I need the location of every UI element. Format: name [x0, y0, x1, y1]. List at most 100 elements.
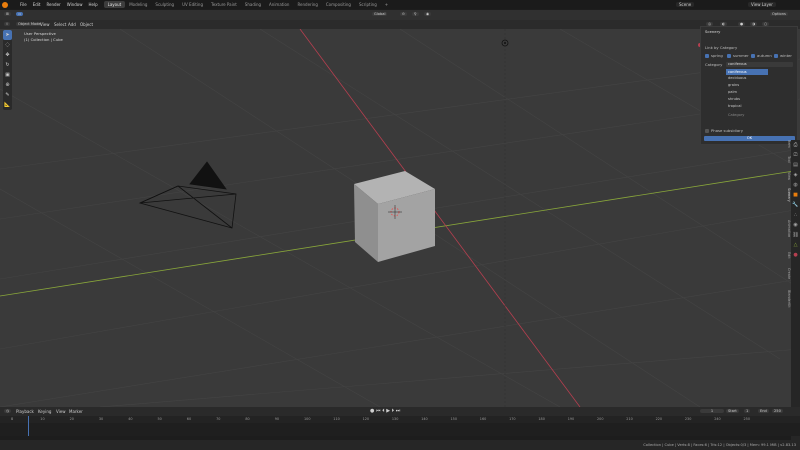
checkbox-icon[interactable]: [705, 54, 709, 58]
physics-props-icon[interactable]: ◉: [791, 220, 800, 230]
tab-shading[interactable]: Shading: [241, 1, 265, 8]
view-layer-props-icon[interactable]: ▤: [791, 160, 800, 170]
tab-rendering[interactable]: Rendering: [293, 1, 321, 8]
category-item-tropical[interactable]: tropical: [726, 103, 768, 109]
season-winter[interactable]: winter: [774, 53, 792, 58]
menu-render[interactable]: Render: [46, 2, 60, 7]
panel-title: Scenery: [705, 29, 721, 34]
tab-animation[interactable]: Animation: [265, 1, 293, 8]
menu-keying[interactable]: Keying: [38, 409, 51, 414]
transform-orientation-dropdown[interactable]: Global: [372, 12, 388, 16]
season-summer[interactable]: summer: [727, 53, 749, 58]
mode-dropdown[interactable]: Object Mode: [16, 22, 43, 26]
scene-selector[interactable]: Scene: [676, 2, 695, 7]
play-icon[interactable]: ▶: [386, 408, 390, 414]
cursor-tool-icon[interactable]: ◌: [3, 40, 12, 50]
frame-start-field[interactable]: 1: [744, 409, 751, 413]
jump-start-icon[interactable]: ⏮: [376, 408, 381, 414]
sidebar-tab-blenderkit[interactable]: BlenderKit: [782, 290, 791, 308]
menu-object[interactable]: Object: [80, 22, 93, 27]
jump-end-icon[interactable]: ⏭: [396, 408, 401, 414]
category-dropdown[interactable]: coniferous: [726, 62, 793, 67]
pivot-icon[interactable]: ⊙: [400, 12, 408, 16]
sidebar-tab-animation[interactable]: Animation: [782, 220, 791, 237]
editor-type-icon[interactable]: ⊞: [4, 12, 12, 16]
scale-tool-icon[interactable]: ▣: [3, 70, 12, 80]
tab-scripting[interactable]: Scripting: [355, 1, 381, 8]
menu-add[interactable]: Add: [68, 22, 76, 27]
options-dropdown[interactable]: Options: [770, 12, 788, 16]
checkbox-icon[interactable]: [751, 54, 755, 58]
measure-tool-icon[interactable]: 📐: [3, 100, 12, 110]
output-props-icon[interactable]: ⎚: [791, 150, 800, 160]
frame-end-field[interactable]: 250: [772, 409, 783, 413]
timeline-ruler[interactable]: 0 10 20 30 40 50 60 70 80 90 100 110 120 130 140 150 160…: [0, 416, 800, 423]
select-tool-icon[interactable]: ➤: [3, 30, 12, 40]
menu-edit[interactable]: Edit: [33, 2, 41, 7]
add-workspace-button[interactable]: +: [381, 1, 392, 8]
checkbox-icon[interactable]: [727, 54, 731, 58]
tab-uv-editing[interactable]: UV Editing: [178, 1, 207, 8]
category-item-grains[interactable]: grains: [726, 82, 768, 88]
annotate-tool-icon[interactable]: ✎: [3, 90, 12, 100]
material-props-icon[interactable]: ●: [791, 250, 800, 260]
snap-icon[interactable]: ⚲: [412, 12, 419, 16]
season-autumn[interactable]: autumn: [751, 53, 772, 58]
move-tool-icon[interactable]: ✥: [3, 50, 12, 60]
timeline-tick-label: 240: [714, 417, 721, 421]
cube-object[interactable]: [354, 171, 435, 262]
view-layer-selector[interactable]: View Layer: [748, 2, 776, 7]
data-props-icon[interactable]: △: [791, 240, 800, 250]
editor-type-3d-icon[interactable]: ⌾: [4, 22, 11, 26]
tab-compositing[interactable]: Compositing: [322, 1, 355, 8]
current-frame-field[interactable]: 1: [700, 409, 724, 413]
blender-logo-icon[interactable]: [2, 1, 8, 8]
category-item-shrubs[interactable]: shrubs: [726, 96, 768, 102]
proportional-edit-icon[interactable]: ◉: [424, 12, 432, 16]
sidebar-tab-tool[interactable]: Tool: [782, 156, 791, 163]
constraints-props-icon[interactable]: ⛓: [791, 230, 800, 240]
particles-props-icon[interactable]: ∴: [791, 210, 800, 220]
3d-viewport[interactable]: [0, 29, 800, 407]
transform-tool-icon[interactable]: ⊕: [3, 80, 12, 90]
menu-window[interactable]: Window: [67, 2, 83, 7]
render-props-icon[interactable]: ⎙: [791, 140, 800, 150]
timeline-tick-label: 70: [216, 417, 221, 421]
menu-playback[interactable]: Playback: [16, 409, 34, 414]
checkbox-icon[interactable]: [774, 54, 778, 58]
scene-props-icon[interactable]: ◈: [791, 170, 800, 180]
timeline-area[interactable]: [0, 416, 800, 436]
sidebar-tab-edit[interactable]: Edit: [782, 252, 791, 259]
tab-sculpting[interactable]: Sculpting: [151, 1, 178, 8]
tab-texture-paint[interactable]: Texture Paint: [207, 1, 241, 8]
menu-file[interactable]: File: [20, 2, 27, 7]
sidebar-tab-view[interactable]: View: [782, 172, 791, 180]
timeline-tick-label: 150: [450, 417, 457, 421]
sidebar-tab-item[interactable]: Item: [782, 140, 791, 148]
menu-select[interactable]: Select: [54, 22, 66, 27]
menu-view[interactable]: View: [40, 22, 50, 27]
category-item-deciduous[interactable]: deciduous: [726, 75, 768, 81]
menu-marker[interactable]: Marker: [69, 409, 83, 414]
sidebar-tab-create[interactable]: Create: [782, 268, 791, 279]
timeline-editor-icon[interactable]: ◷: [4, 409, 12, 413]
tab-layout[interactable]: Layout: [103, 1, 126, 8]
playhead[interactable]: [28, 416, 29, 436]
select-box-icon[interactable]: ▭: [16, 12, 24, 16]
modifier-props-icon[interactable]: 🔧: [791, 200, 800, 210]
tab-modeling[interactable]: Modeling: [125, 1, 151, 8]
rotate-tool-icon[interactable]: ↻: [3, 60, 12, 70]
step-back-icon[interactable]: ⏴: [382, 408, 385, 414]
menu-timeline-view[interactable]: View: [56, 409, 66, 414]
phase-subsidiary-option[interactable]: Phase subsidiary: [705, 128, 743, 133]
category-item-palm[interactable]: palm: [726, 89, 768, 95]
world-props-icon[interactable]: ◍: [791, 180, 800, 190]
season-spring[interactable]: spring: [705, 53, 723, 58]
checkbox-icon[interactable]: [705, 129, 709, 133]
menu-help[interactable]: Help: [88, 2, 97, 7]
sidebar-tab-scenery[interactable]: Scenery: [782, 188, 791, 202]
step-forward-icon[interactable]: ⏵: [392, 408, 395, 414]
record-icon[interactable]: ●: [370, 408, 374, 414]
object-props-icon[interactable]: ■: [791, 190, 800, 200]
timeline-tick-label: 40: [128, 417, 133, 421]
